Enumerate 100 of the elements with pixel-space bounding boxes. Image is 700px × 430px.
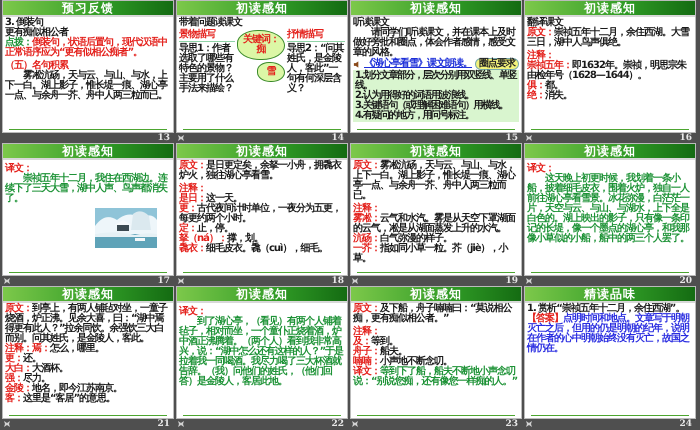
slide-text: 雾凇：云气和水汽。雾是从天空下罩湖面的云气，凇是从湖面蒸发上升的水汽。 xyxy=(353,214,516,234)
slide-title: 初读感知 xyxy=(236,0,288,16)
slide-number: 24 xyxy=(679,420,692,428)
slide-text: 原文：崇祯五年十二月，余住西湖。大雪三日，湖中人鸟声俱绝。 xyxy=(527,28,690,48)
slide-number: 23 xyxy=(505,420,518,428)
slide-thumbnail[interactable]: 初读感知 听读课文 请同学们听读课文，并在课本上及时做好旁批和圈点，体会作者感情，感受文章的风格。 《湖心亭看雪》课文朗读。 圈点要求 1.划分文章部分，层次分别用双竖线、单竖线。 2.认为用得好的词语用波浪线。 3.关键语句（或理解困难语句）用横线。 4.有疑问的地方，用问号标注。 xyxy=(350,0,522,133)
audio-link[interactable]: 《湖心亭看雪》课文朗读。 xyxy=(364,59,472,69)
slide-text: 强：尽力。 xyxy=(5,374,51,384)
slide-text: 导思2：“问其姓氏，是金陵人，客此”一句有何深层含义？ xyxy=(287,44,345,94)
keyword-cloud: 关键词：痴 xyxy=(237,30,285,60)
slide-text: 注释： xyxy=(353,204,380,214)
slide-number: 21 xyxy=(157,420,170,428)
slide-title: 初读感知 xyxy=(410,286,462,302)
requirement-text: 4.有疑问的地方，用问号标注。 xyxy=(355,111,474,121)
slide-text: 原文：是日更定矣，余拏一小舟，拥毳衣炉火，独往湖心亭看雪。 xyxy=(179,161,342,181)
slide-title: 初读感知 xyxy=(236,286,288,302)
slide-thumbnail[interactable]: 初读感知 带着问题读课文 景物描写 导思1：作者选取了哪些有特色的景物？主要用了什么手法来描绘？ 关键词：痴 雪 抒情描写 导思2：“问其姓氏，是金陵人，客此”一句有何深层含义？ xyxy=(176,0,348,133)
slide-thumbnail[interactable]: 初读感知 翻译课文 原文：崇祯五年十二月，余住西湖。大雪三日，湖中人鸟声俱绝。 注释： 崇祯五年：即1632年。崇祯，明思宗朱由检年号（1628—1644）。 俱：都。 绝：消失。 xyxy=(524,0,696,133)
slide-text: 一芥：指如同小草一粒。芥（jiè），小草。 xyxy=(353,244,510,264)
slide-title: 初读感知 xyxy=(410,0,462,16)
slide-text: 崇祯五年：即1632年。崇祯，明思宗朱由检年号（1628—1644）。 xyxy=(527,61,688,81)
slide-text: 舟子：船夫。 xyxy=(353,347,407,357)
slide-text: （五）名句积累 xyxy=(5,61,69,71)
slide-thumbnail[interactable]: 初读感知 译文： 到了湖心亭，（看见）有两个人铺着毡子，相对而坐，一个童仆正烧着酒，炉中酒正沸腾着。（两个人）看到我非常高兴，说：“湖中怎么还有这样的人？”于是拉着我一同喝酒。我尽力喝了三大杯酒就告辞。（我）问他们的姓氏，（他们回答）是金陵人，客居此地。 xyxy=(176,286,348,419)
slide-text: 带着问题读课文 xyxy=(179,18,244,28)
slide-text: 更：古代夜间计时单位，一夜分为五更，每更约两个小时。 xyxy=(179,204,342,224)
slide-text: 请同学们听读课文，并在课本上及时做好旁批和圈点，体会作者感情，感受文章的风格。 xyxy=(353,28,516,58)
slide-text: 译文： xyxy=(5,164,32,174)
animation-icon xyxy=(3,277,11,285)
slide-thumbnail[interactable]: 预习反馈 3. 倒装句 更有痴似相公者 点拨：倒装句，状语后置句，现代汉语中正常语序应为“更有似相公痴者”。 （五）名句积累 雾凇沆砀，天与云、与山、与水，上下一白。湖上影子，惟长堤一痕、湖心亭一点、与余舟一芥、舟中人两三粒而已。 xyxy=(2,0,174,133)
slide-thumbnail[interactable]: 初读感知 译文： 这天晚上初更时候，我划着一条小船，披着细毛皮衣，围着火炉，独自一人前往湖心亭看雪景。冰花弥漫，白茫茫一片，天空与云、与山、与湖水，上下全是白色的。湖上映出的影子，只有像一条印记的长堤，像一个墨点的湖心亭，和我那像小草似的小船，船中的两三个人罢了。 xyxy=(524,143,696,276)
slide-text: 到了湖心亭，（看见）有两个人铺着毡子，相对而坐，一个童仆正烧着酒，炉中酒正沸腾着。（两个人）看到我非常高兴，说：“湖中怎么还有这样的人？”于是拉着我一同喝酒。我尽力喝了三大杯酒就告辞。（我）问他们的姓氏，（他们回答）是金陵人，客居此地。 xyxy=(179,317,344,387)
slide-text: 客：这里是“客居”的意思。 xyxy=(5,394,116,404)
section-tag: 圈点要求 xyxy=(475,58,519,70)
slide-thumbnail[interactable]: 初读感知 原文：到亭上，有两人铺毡对坐，一童子烧酒，炉正沸。见余大喜，曰：“湖中焉得更有此人？”拉余同饮。余强饮三大白而别。问其姓氏，是金陵人，客此。 注释：焉：怎么，哪里。 更：还。 大白：大酒杯。 强：尽力。 金陵：地名，即今江苏南京。 客：这里是“客居”的意思。 xyxy=(2,286,174,419)
animation-icon xyxy=(177,134,185,142)
slide-text: 拏（ná）：撑，划。 xyxy=(179,234,263,244)
slide-text: 点拨：倒装句，状语后置句，现代汉语中正常语序应为“更有似相公痴者”。 xyxy=(5,38,168,58)
slide-thumbnail[interactable]: 初读感知 原文：是日更定矣，余拏一小舟，拥毳衣炉火，独往湖心亭看雪。 注释： 是日：这一天。 更：古代夜间计时单位，一夜分为五更，每更约两个小时。 定：止，停。 拏（ná）：撑，划。 毳衣：细毛皮衣。毳（cuì），细毛。 xyxy=(176,143,348,276)
slide-title: 初读感知 xyxy=(236,143,288,159)
requirement-text: 3.关键语句（或理解困难语句）用横线。 xyxy=(355,101,508,111)
slide-text: 原文：雾凇沆砀，天与云、与山、与水，上下一白。湖上影子，惟长堤一痕、湖心亭一点、与余舟一芥、舟中人两三粒而已。 xyxy=(353,161,517,201)
slide-title: 精读品味 xyxy=(584,286,636,302)
slide-text: 3. 倒装句 xyxy=(5,18,44,28)
slide-title: 初读感知 xyxy=(584,0,636,16)
slide-text: 译文： xyxy=(527,164,554,174)
slide-thumbnail[interactable]: 初读感知 译文： 崇祯五年十二月，我住在西湖边。连续下了三天大雪，湖中人声、鸟声都消失了。 xyxy=(2,143,174,276)
slide-text: 沆砀：白气弥漫的样子。 xyxy=(353,234,452,244)
slide-text: 导思1：作者选取了哪些有特色的景物？主要用了什么手法来描绘？ xyxy=(179,44,235,94)
animation-icon xyxy=(351,277,359,285)
keyword-cloud: 雪 xyxy=(257,62,285,82)
animation-icon xyxy=(3,420,11,428)
slide-number: 14 xyxy=(331,134,344,142)
slide-title: 初读感知 xyxy=(62,143,114,159)
slide-title: 初读感知 xyxy=(62,286,114,302)
slide-text: 这天晚上初更时候，我划着一条小船，披着细毛皮衣，围着火炉，独自一人前往湖心亭看雪景。冰花弥漫，白茫茫一片，天空与云、与山、与湖水，上下全是白色的。湖上映出的影子，只有像一条印记的长堤，像一个墨点的湖心亭，和我那像小草似的小船，船中的两三个人罢了。 xyxy=(527,174,690,244)
slide-number: 13 xyxy=(157,134,170,142)
slide-number: 19 xyxy=(505,276,518,286)
slide-text: 俱：都。 xyxy=(527,81,563,91)
slide-number: 16 xyxy=(679,134,692,142)
animation-icon xyxy=(177,277,185,285)
animation-icon xyxy=(525,134,533,142)
slide-thumbnail[interactable]: 初读感知 原文：及下船，舟子喃喃曰：“莫说相公痴，更有痴似相公者。” 注释： 及：等到。 舟子：船夫。 喃喃：小声地不断念叨。 译文：等到下了船，船夫不断地小声念叨说：“别说您痴，还有像您一样痴的人。” xyxy=(350,286,522,419)
slide-number: 20 xyxy=(679,276,692,286)
slide-text: 是日：这一天。 xyxy=(179,194,242,204)
slide-text: 喃喃：小声地不断念叨。 xyxy=(353,357,452,367)
slide-thumbnail[interactable]: 精读品味 1. 赏析“崇祯五年十二月，余住西湖”。 【答案】点明时间和地点。文章写于明朝灭亡之后，但用的仍是明朝的纪年，说明在作者的心中明朝始终没有灭亡，故国之情仍在。 xyxy=(524,286,696,419)
animation-icon xyxy=(525,420,533,428)
slide-text: 注释：焉：怎么，哪里。 xyxy=(5,344,104,354)
slide-text: 【答案】点明时间和地点。文章写于明朝灭亡之后，但用的仍是明朝的纪年，说明在作者的心中明朝始终没有灭亡，故国之情仍在。 xyxy=(527,314,690,354)
slide-text: 原文：及下船，舟子喃喃曰：“莫说相公痴，更有痴似相公者。” xyxy=(353,304,514,324)
slide-text: 绝：消失。 xyxy=(527,91,573,101)
slide-text: 翻译课文 xyxy=(527,18,564,28)
slide-text: 1. 赏析“崇祯五年十二月，余住西湖”。 xyxy=(527,304,684,314)
slide-text: 崇祯五年十二月，我住在西湖边。连续下了三天大雪，湖中人声、鸟声都消失了。 xyxy=(5,174,168,204)
slide-text: 注释： xyxy=(527,51,554,61)
animation-icon xyxy=(351,420,359,428)
slide-title: 初读感知 xyxy=(410,143,462,159)
slide-text: 听读课文 xyxy=(353,18,390,28)
slide-text: 大白：大酒杯。 xyxy=(5,364,69,374)
slide-number: 15 xyxy=(505,134,518,142)
slide-title: 初读感知 xyxy=(584,143,636,159)
slide-title: 预习反馈 xyxy=(62,0,114,16)
slide-text: 金陵：地名，即今江苏南京。 xyxy=(5,384,123,394)
requirement-text: 2.认为用得好的词语用波浪线。 xyxy=(355,91,474,101)
slide-thumbnail[interactable]: 初读感知 原文：雾凇沆砀，天与云、与山、与水，上下一白。湖上影子，惟长堤一痕、湖心亭一点、与余舟一芥、舟中人两三粒而已。 注释： 雾凇：云气和水汽。雾是从天空下罩湖面的云气，凇是从湖面蒸发上升的水汽。 沆砀：白气弥漫的样子。 一芥：指如同小草一粒。芥（jiè），小草。 xyxy=(350,143,522,276)
slide-text: 定：止，停。 xyxy=(179,224,233,234)
slide-text: 注释： xyxy=(179,184,206,194)
animation-icon xyxy=(177,420,185,428)
slide-text: 更：还。 xyxy=(5,354,41,364)
slide-number: 17 xyxy=(157,276,170,286)
slide-number: 18 xyxy=(331,276,344,286)
speaker-icon xyxy=(353,60,361,68)
animation-icon xyxy=(525,277,533,285)
slide-text: 译文：等到下了船，船夫不断地小声念叨说：“别说您痴，还有像您一样痴的人。” xyxy=(353,367,518,387)
slide-text: 雾凇沆砀，天与云、与山、与水，上下一白。湖上影子，惟长堤一痕、湖心亭一点、与余舟一芥、舟中人两三粒而已。 xyxy=(5,71,168,101)
diagram-label: 景物描写 xyxy=(179,30,235,42)
slide-text: 注释： xyxy=(353,327,380,337)
diagram-label: 抒情描写 xyxy=(287,30,345,42)
slide-text: 毳衣：细毛皮衣。毳（cuì），细毛。 xyxy=(179,244,328,254)
